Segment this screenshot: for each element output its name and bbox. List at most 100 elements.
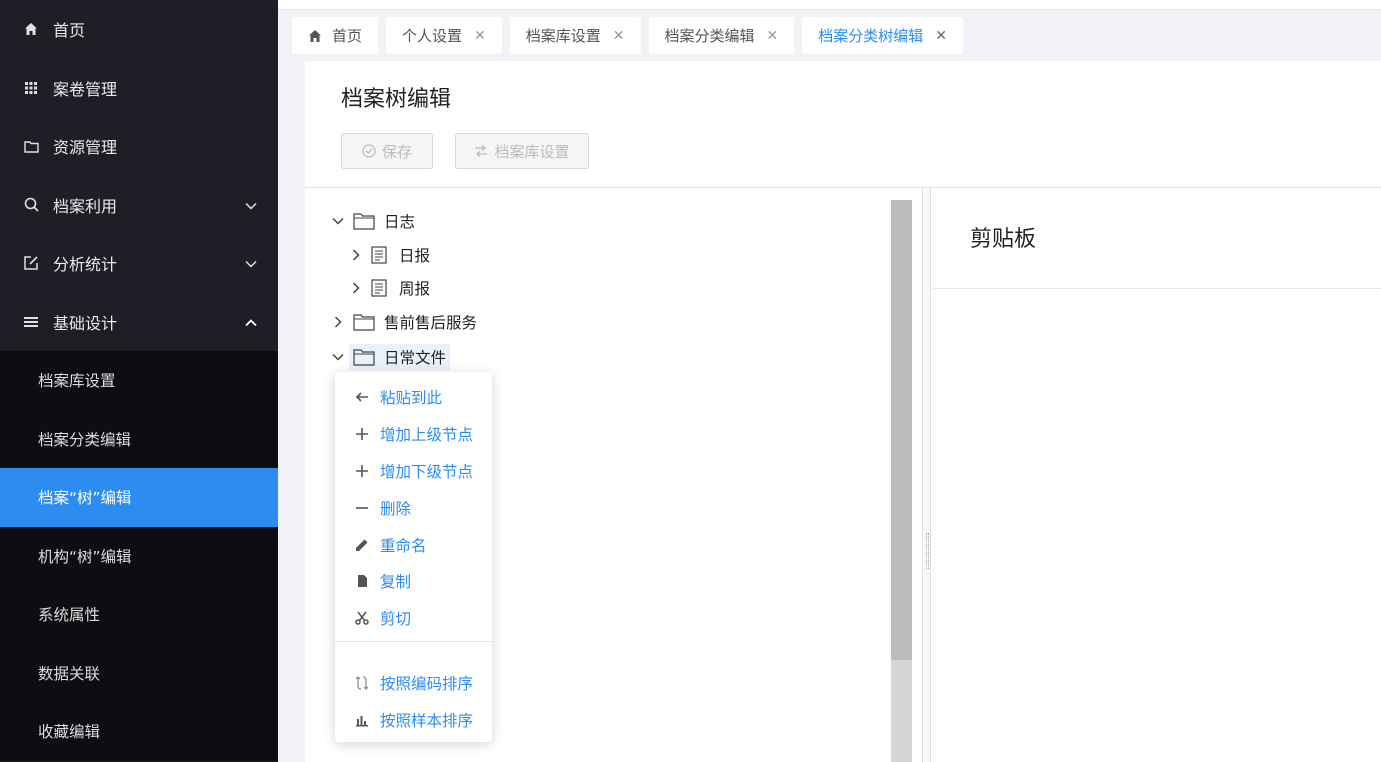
- tab-category-tree-edit[interactable]: 档案分类树编辑 ✕: [802, 17, 964, 54]
- menu-item-add-child-node[interactable]: 增加下级节点: [335, 456, 492, 486]
- menu-item-label: 剪切: [380, 610, 412, 628]
- sidebar-subitem-system-properties[interactable]: 系统属性: [0, 585, 278, 644]
- tab-label: 个人设置: [402, 27, 463, 45]
- folder-icon: [22, 137, 40, 155]
- tree-node-label: 日常文件: [384, 349, 447, 367]
- search-icon: [22, 196, 40, 214]
- tab-bar: 首页 个人设置 ✕ 档案库设置 ✕ 档案分类编辑 ✕ 档案分类树编辑 ✕: [292, 17, 964, 54]
- tree-node-label: 日报: [399, 247, 431, 265]
- menu-item-label: 增加上级节点: [380, 426, 474, 444]
- bar-chart-icon: [355, 713, 369, 727]
- menu-item-cut[interactable]: 剪切: [335, 603, 492, 633]
- close-icon[interactable]: ✕: [935, 28, 947, 44]
- chevron-down-icon: [244, 256, 258, 270]
- sidebar-item-label: 分析统计: [53, 255, 118, 275]
- sidebar-item-analytics[interactable]: 分析统计: [0, 234, 278, 293]
- sidebar-item-label: 基础设计: [53, 313, 118, 333]
- tree-node-label: 日志: [384, 213, 416, 231]
- menu-item-add-parent-node[interactable]: 增加上级节点: [335, 419, 492, 449]
- chevron-down-icon[interactable]: [331, 350, 345, 364]
- close-icon[interactable]: ✕: [767, 28, 779, 44]
- sidebar-subitem-category-edit[interactable]: 档案分类编辑: [0, 410, 278, 469]
- tab-label: 档案分类树编辑: [818, 27, 924, 45]
- sidebar-subitem-data-association[interactable]: 数据关联: [0, 644, 278, 703]
- sidebar-item-case-management[interactable]: 案卷管理: [0, 59, 278, 118]
- chevron-down-icon[interactable]: [331, 214, 345, 228]
- tab-home[interactable]: 首页: [292, 17, 379, 54]
- menu-item-label: 重命名: [380, 537, 427, 555]
- sort-swap-icon: [355, 676, 369, 690]
- sidebar-item-archive-use[interactable]: 档案利用: [0, 176, 278, 235]
- splitter-grip[interactable]: [926, 533, 929, 569]
- arrow-left-icon: [355, 390, 369, 404]
- sidebar-subitem-favorites-edit[interactable]: 收藏编辑: [0, 702, 278, 761]
- document-icon: [371, 279, 387, 297]
- chevron-right-icon[interactable]: [349, 248, 363, 262]
- main-area: 首页 个人设置 ✕ 档案库设置 ✕ 档案分类编辑 ✕ 档案分类树编辑 ✕ 档案树…: [278, 0, 1381, 762]
- close-icon[interactable]: ✕: [474, 28, 486, 44]
- tab-label: 档案库设置: [525, 27, 601, 45]
- pane-splitter[interactable]: [924, 188, 931, 762]
- basic-design-submenu: 档案库设置 档案分类编辑 档案“树”编辑 机构“树”编辑 系统属性 数据关联 收…: [0, 351, 278, 761]
- chevron-down-icon: [244, 198, 258, 212]
- chevron-right-icon[interactable]: [331, 315, 345, 329]
- check-circle-icon: [362, 144, 376, 158]
- menu-item-label: 按照编码排序: [380, 675, 474, 693]
- context-menu: 粘贴到此 增加上级节点 增加下级节点 删除 重命名 复制 剪切 按照编码排序 按…: [335, 372, 492, 742]
- menu-item-label: 删除: [380, 500, 412, 518]
- menu-item-label: 粘贴到此: [380, 389, 443, 407]
- tree-scrollbar[interactable]: [891, 200, 912, 762]
- minus-icon: [355, 501, 369, 515]
- grid-icon: [22, 79, 40, 97]
- sidebar-item-label: 档案利用: [53, 196, 118, 216]
- sidebar-item-label: 资源管理: [53, 138, 118, 158]
- home-icon: [308, 29, 322, 43]
- sidebar-item-basic-design[interactable]: 基础设计: [0, 293, 278, 352]
- tree-node-presales-service[interactable]: 售前售后服务: [331, 309, 477, 335]
- top-bar: [278, 0, 1381, 10]
- scrollbar-thumb[interactable]: [891, 200, 912, 660]
- menu-item-rename[interactable]: 重命名: [335, 530, 492, 560]
- menu-item-copy[interactable]: 复制: [335, 566, 492, 596]
- sidebar-subitem-archive-tree-edit[interactable]: 档案“树”编辑: [0, 468, 278, 527]
- library-settings-button-label: 档案库设置: [494, 142, 570, 161]
- tree-node-daily-files[interactable]: 日常文件: [331, 344, 451, 370]
- sidebar: 首页 案卷管理 资源管理 档案利用 分析统计 基础设计 档案库设置 档案分类编辑…: [0, 0, 278, 762]
- sidebar-item-home[interactable]: 首页: [0, 0, 278, 59]
- tree-node-daily[interactable]: 日报: [349, 242, 430, 268]
- clipboard-divider: [932, 288, 1381, 289]
- chevron-right-icon[interactable]: [349, 281, 363, 295]
- close-icon[interactable]: ✕: [613, 28, 625, 44]
- sidebar-subitem-org-tree-edit[interactable]: 机构“树”编辑: [0, 527, 278, 586]
- tree-node-label: 周报: [399, 280, 431, 298]
- save-button[interactable]: 保存: [341, 133, 433, 169]
- menu-item-paste-here[interactable]: 粘贴到此: [335, 382, 492, 412]
- archive-tree-pane: 日志 日报 周报 售前售后服务 日常文件 粘贴到此 增加上级节点 增加下级节点 …: [305, 188, 923, 762]
- menu-lines-icon: [22, 313, 40, 331]
- document-icon: [371, 246, 387, 264]
- tab-personal-settings[interactable]: 个人设置 ✕: [386, 17, 502, 54]
- library-settings-button[interactable]: 档案库设置: [455, 133, 589, 169]
- folder-icon: [353, 348, 375, 366]
- sidebar-item-label: 首页: [53, 21, 86, 41]
- tab-library-settings[interactable]: 档案库设置 ✕: [509, 17, 641, 54]
- sidebar-subitem-library-settings[interactable]: 档案库设置: [0, 351, 278, 410]
- plus-icon: [355, 464, 369, 478]
- folder-icon: [353, 212, 375, 230]
- menu-item-sort-by-sample[interactable]: 按照样本排序: [335, 705, 492, 735]
- tab-category-edit[interactable]: 档案分类编辑 ✕: [648, 17, 795, 54]
- tree-node-log[interactable]: 日志: [331, 208, 415, 234]
- menu-item-delete[interactable]: 删除: [335, 493, 492, 523]
- content-panel: 档案树编辑 保存 档案库设置 日志 日报 周报 售前售后服务 日常文件 粘贴到此…: [305, 61, 1381, 762]
- tree-node-selection: 日常文件: [349, 344, 451, 370]
- sidebar-item-resource-management[interactable]: 资源管理: [0, 117, 278, 176]
- clipboard-title: 剪贴板: [970, 227, 1037, 252]
- menu-item-sort-by-code[interactable]: 按照编码排序: [335, 668, 492, 698]
- tree-node-weekly[interactable]: 周报: [349, 275, 430, 301]
- menu-item-label: 增加下级节点: [380, 463, 474, 481]
- menu-separator: [335, 641, 492, 642]
- sidebar-item-label: 案卷管理: [53, 79, 118, 99]
- plus-icon: [355, 427, 369, 441]
- pencil-icon: [355, 538, 369, 552]
- menu-item-label: 按照样本排序: [380, 712, 474, 730]
